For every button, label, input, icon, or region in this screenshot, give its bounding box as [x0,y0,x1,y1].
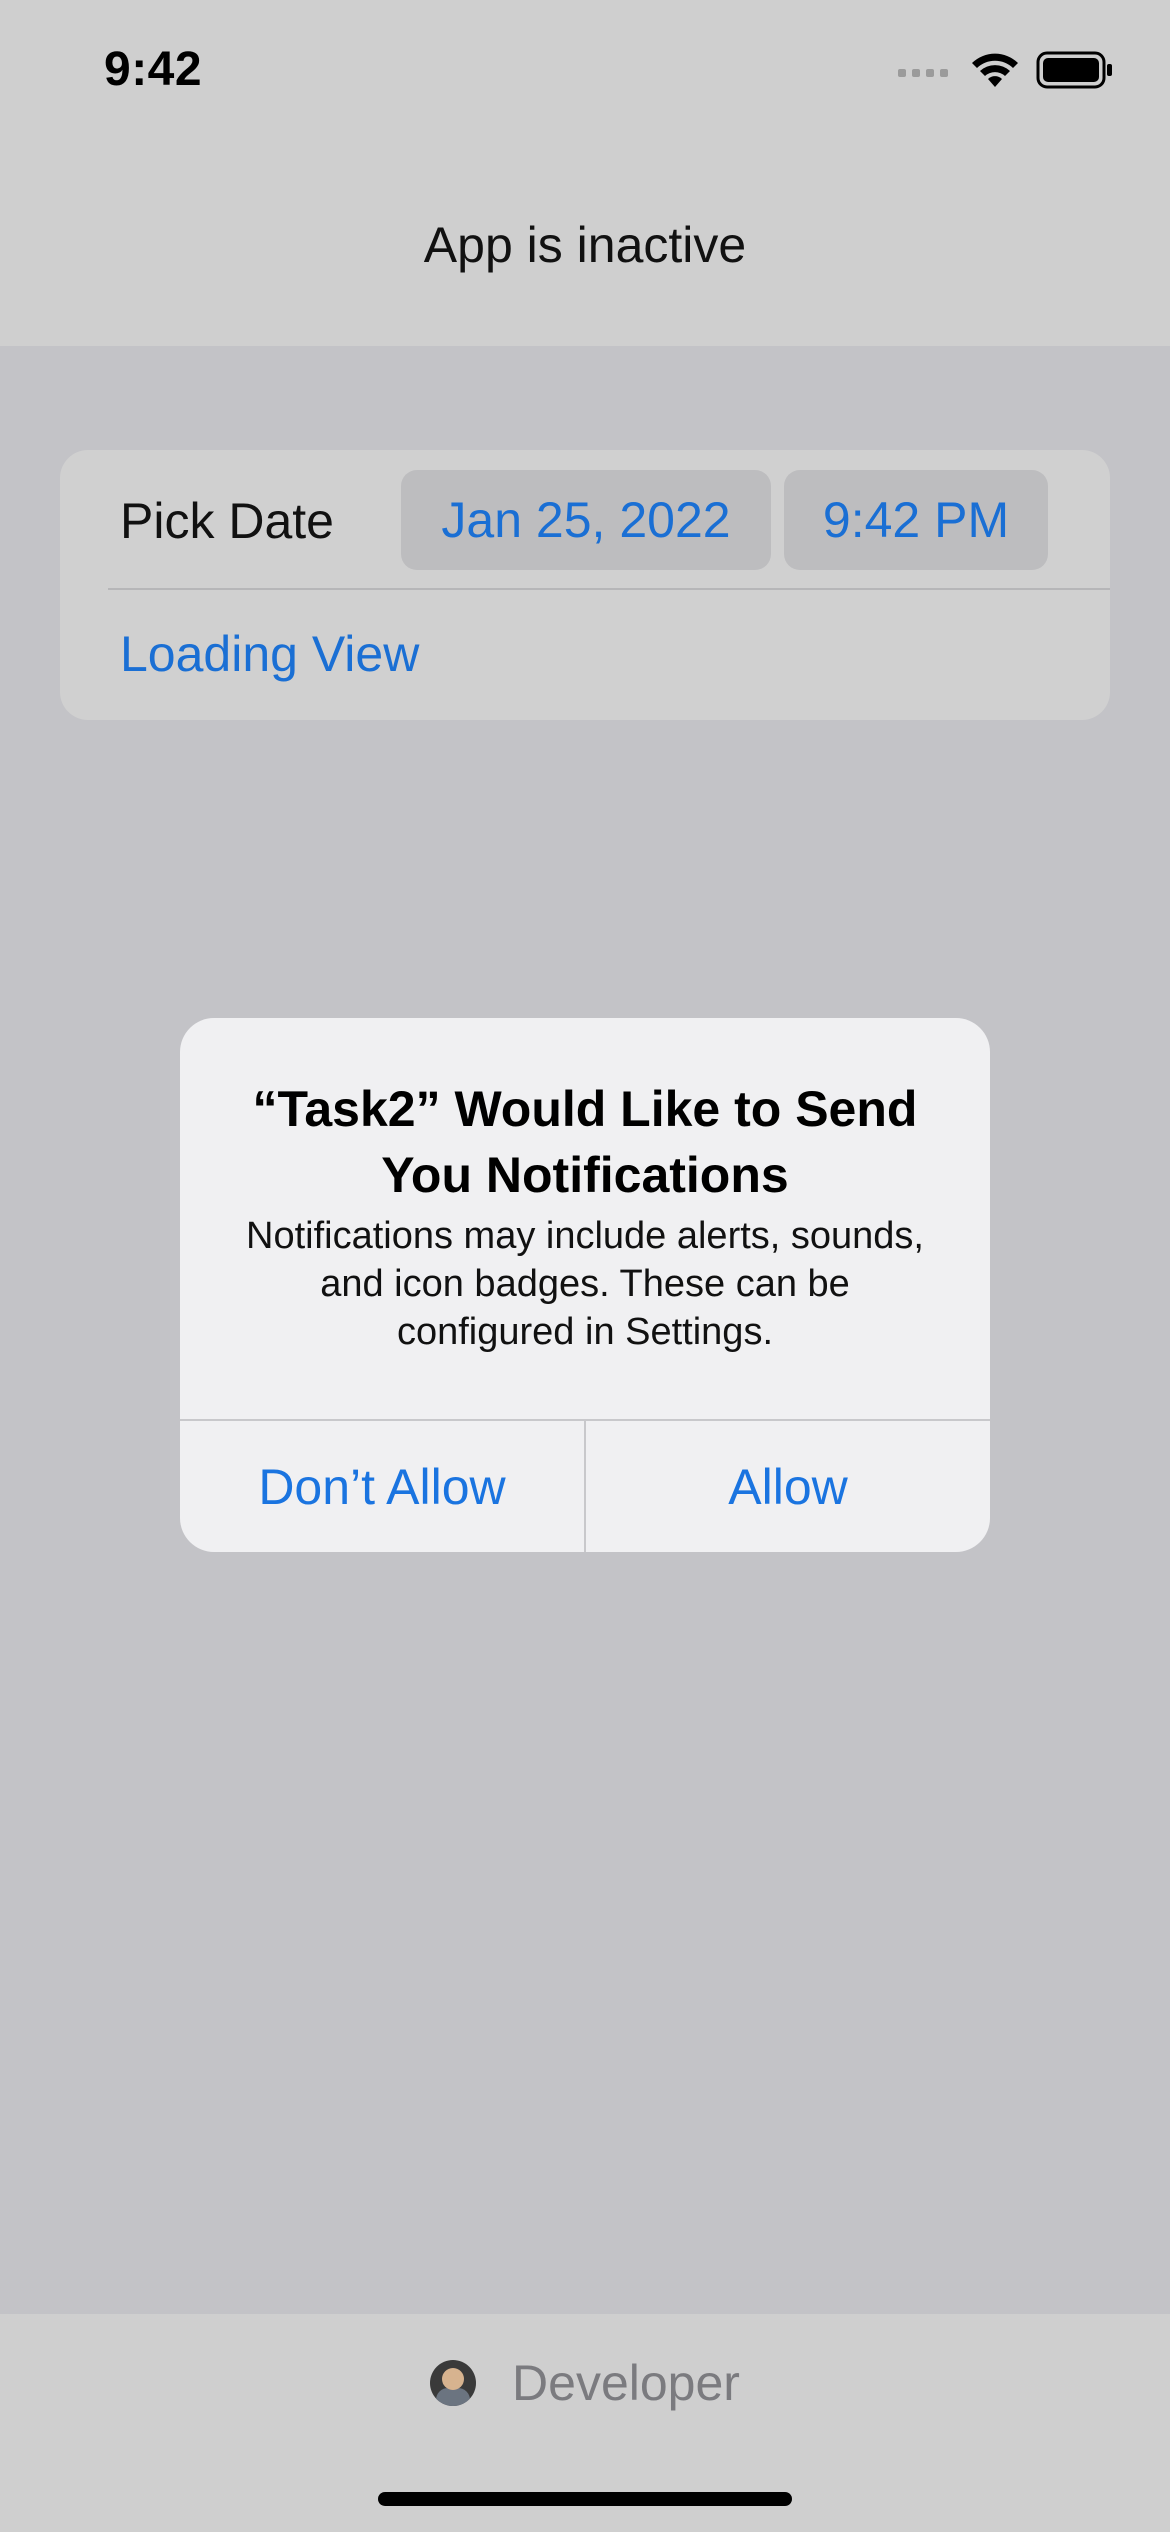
home-indicator[interactable] [378,2492,792,2506]
status-time: 9:42 [104,43,203,96]
date-picker-button[interactable]: Jan 25, 2022 [401,470,771,570]
notification-permission-alert: “Task2” Would Like to Send You Notificat… [180,1018,990,1552]
loading-view-link[interactable]: Loading View [120,625,419,683]
loading-view-row[interactable]: Loading View [60,589,1110,720]
time-picker-button[interactable]: 9:42 PM [784,470,1048,570]
dont-allow-button[interactable]: Don’t Allow [180,1421,584,1552]
cellular-signal-icon [898,68,948,77]
alert-message: Notifications may include alerts, sounds… [246,1215,924,1353]
avatar [430,2360,477,2406]
date-picker-label: Pick Date [120,493,334,549]
wifi-icon [970,51,1020,94]
alert-title: “Task2” Would Like to Send You Notificat… [252,1081,918,1203]
page-title: App is inactive [423,217,747,273]
developer-tab[interactable]: Developer [0,2354,1170,2412]
allow-button[interactable]: Allow [586,1421,990,1552]
status-bar: 9:42 [0,0,1170,140]
settings-form: Pick Date Jan 25, 2022 9:42 PM Loading V… [60,450,1110,720]
developer-label[interactable]: Developer [512,2354,740,2412]
battery-icon [1036,50,1114,95]
date-picker-row: Pick Date Jan 25, 2022 9:42 PM [60,450,1110,588]
navigation-bar: App is inactive [0,140,1170,346]
status-icons [898,50,1114,95]
